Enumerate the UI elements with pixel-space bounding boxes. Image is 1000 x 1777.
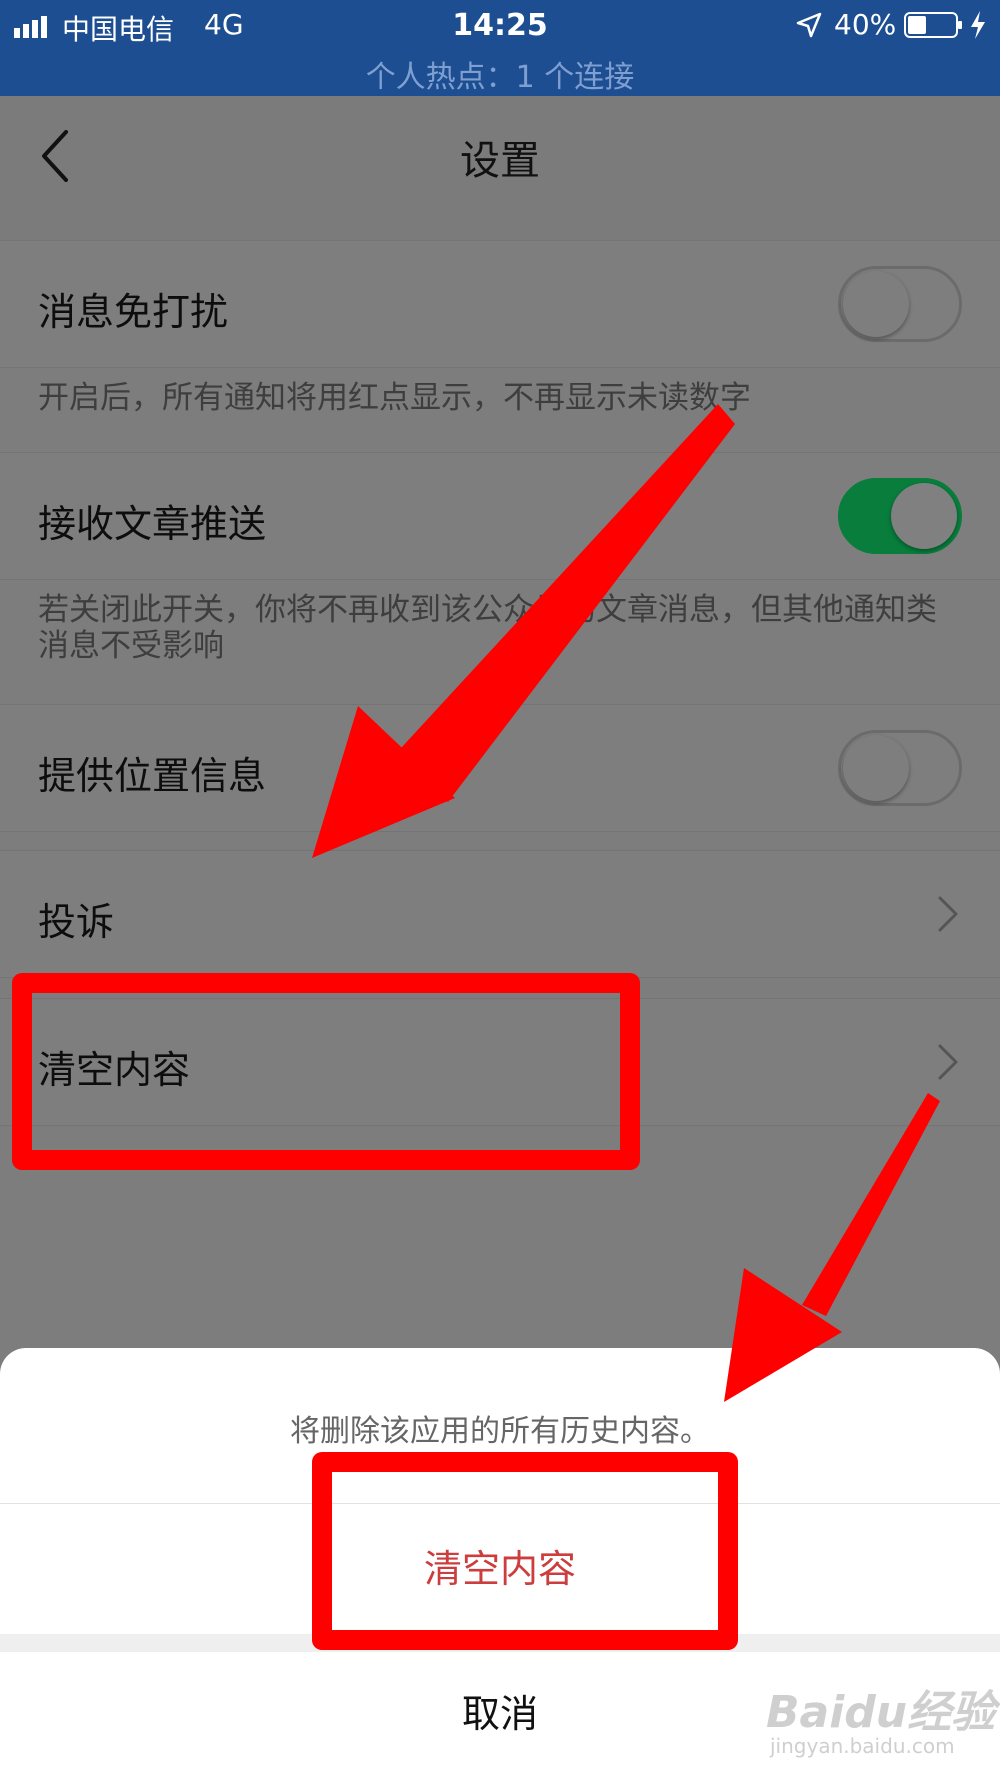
battery-percent: 40% bbox=[834, 8, 897, 41]
chevron-right-icon bbox=[938, 896, 958, 932]
hotspot-banner[interactable]: 个人热点：1 个连接 bbox=[0, 52, 1000, 96]
article-push-toggle[interactable] bbox=[838, 478, 962, 554]
toggle-knob bbox=[843, 271, 909, 337]
battery-icon bbox=[904, 12, 962, 38]
setting-complain[interactable]: 投诉 bbox=[0, 850, 1000, 978]
setting-label: 投诉 bbox=[38, 900, 115, 944]
setting-description: 开启后，所有通知将用红点显示，不再显示未读数字 bbox=[38, 380, 751, 416]
setting-label: 提供位置信息 bbox=[38, 754, 267, 798]
annotation-box-confirm bbox=[312, 1452, 738, 1650]
toggle-knob bbox=[891, 483, 957, 549]
watermark-url: jingyan.baidu.com bbox=[770, 1734, 955, 1758]
setting-label: 消息免打扰 bbox=[38, 290, 229, 334]
status-bar: 中国电信 4G 14:25 个人热点：1 个连接 40% bbox=[0, 0, 1000, 96]
do-not-disturb-toggle[interactable] bbox=[838, 266, 962, 342]
page-title: 设置 bbox=[460, 138, 540, 184]
setting-do-not-disturb: 消息免打扰 bbox=[0, 240, 1000, 368]
charging-bolt-icon bbox=[971, 11, 985, 39]
watermark-logo: Baidu经验 bbox=[766, 1687, 996, 1738]
setting-label: 接收文章推送 bbox=[38, 502, 267, 546]
chevron-right-icon bbox=[938, 1044, 958, 1080]
setting-description: 若关闭此开关，你将不再收到该公众号的文章消息，但其他通知类消息不受影响 bbox=[38, 592, 937, 664]
setting-location: 提供位置信息 bbox=[0, 704, 1000, 832]
setting-article-push: 接收文章推送 bbox=[0, 452, 1000, 580]
action-sheet-message: 将删除该应用的所有历史内容。 bbox=[290, 1414, 710, 1449]
annotation-box-clear-row bbox=[12, 973, 640, 1170]
location-toggle[interactable] bbox=[838, 730, 962, 806]
nav-bar: 设置 bbox=[0, 96, 1000, 240]
toggle-knob bbox=[843, 735, 909, 801]
location-arrow-icon bbox=[796, 12, 822, 38]
